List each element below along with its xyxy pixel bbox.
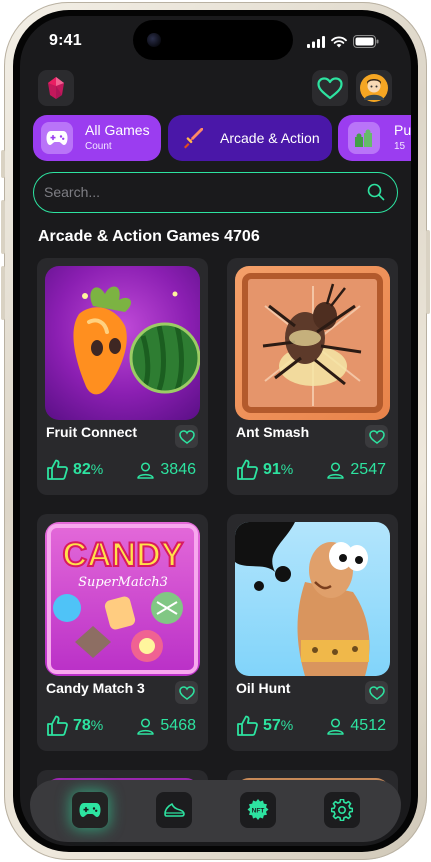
user-icon <box>137 717 155 735</box>
rating-stat: 57% <box>236 715 293 736</box>
status-icons <box>307 35 379 48</box>
ant-illustration <box>242 273 383 413</box>
game-card[interactable]: CANDY SuperMatch3 Candy Match 3 78% 5468 <box>37 514 208 751</box>
camera-icon <box>147 33 161 47</box>
thumbs-up-icon <box>237 715 258 736</box>
side-button <box>1 200 5 254</box>
gear-icon <box>331 799 353 821</box>
search-icon[interactable] <box>367 183 385 201</box>
avatar <box>360 74 388 102</box>
favorite-button[interactable] <box>175 681 198 704</box>
chip-arcade-action[interactable]: Arcade & Action <box>168 115 332 161</box>
game-thumbnail[interactable]: CANDY SuperMatch3 <box>45 522 200 676</box>
gem-icon <box>48 77 64 99</box>
players-count: 3846 <box>160 461 196 478</box>
game-card[interactable]: Ant Smash 91% 2547 <box>227 258 398 495</box>
players-stat: 5468 <box>137 717 196 735</box>
fruit-illustration <box>73 286 200 395</box>
players-stat: 4512 <box>327 717 386 735</box>
user-icon <box>327 717 345 735</box>
players-stat: 3846 <box>137 461 196 479</box>
user-icon <box>327 461 345 479</box>
rating-value: 91% <box>263 460 294 478</box>
rating-value: 78% <box>73 716 104 734</box>
battery-icon <box>353 35 379 48</box>
favorites-button[interactable] <box>312 70 348 106</box>
game-title: Ant Smash <box>236 424 310 440</box>
section-title: Arcade & Action Games 4706 <box>38 228 260 245</box>
nft-icon: NFT <box>247 799 269 820</box>
chip-subtitle: 15 <box>394 141 406 152</box>
favorite-button[interactable] <box>365 681 388 704</box>
side-button <box>426 230 430 314</box>
chip-title: Pu <box>394 122 411 138</box>
players-stat: 2547 <box>327 461 386 479</box>
status-time: 9:41 <box>49 32 82 49</box>
heart-icon <box>178 685 195 700</box>
players-count: 5468 <box>160 717 196 734</box>
chip-title: Arcade & Action <box>220 129 320 146</box>
gamepad-icon <box>79 803 101 817</box>
chip-text: Pu 15 <box>394 123 411 153</box>
heart-icon <box>368 429 385 444</box>
chip-all-games[interactable]: All Games Count <box>33 115 161 161</box>
bottom-nav: NFT <box>30 780 401 842</box>
chip-puzzle[interactable]: Pu 15 <box>338 115 411 161</box>
nav-nft[interactable]: NFT <box>240 792 276 828</box>
category-chips: All Games Count Arcade & Action Pu 15 <box>32 115 411 161</box>
game-thumbnail[interactable] <box>235 522 390 676</box>
players-count: 4512 <box>350 717 386 734</box>
rating-value: 82% <box>73 460 104 478</box>
search-bar <box>33 172 398 213</box>
thumbs-up-icon <box>237 459 258 480</box>
game-title: Candy Match 3 <box>46 680 145 696</box>
nav-running[interactable] <box>156 792 192 828</box>
game-card[interactable]: Oil Hunt 57% 4512 <box>227 514 398 751</box>
gamepad-icon <box>46 131 68 145</box>
game-card[interactable]: Fruit Connect 82% 3846 <box>37 258 208 495</box>
rating-value: 57% <box>263 716 294 734</box>
heart-icon <box>368 685 385 700</box>
wifi-icon <box>331 36 347 47</box>
rating-stat: 78% <box>46 715 103 736</box>
gem-button[interactable] <box>38 70 74 106</box>
dynamic-island <box>133 20 293 60</box>
rating-stat: 91% <box>236 459 293 480</box>
players-count: 2547 <box>350 461 386 478</box>
thumbs-up-icon <box>47 715 68 736</box>
candy-logo-subtitle: SuperMatch3 <box>78 575 168 590</box>
app-screen: 9:41 All Games Count Arcade & Action Pu … <box>20 16 411 846</box>
profile-button[interactable] <box>356 70 392 106</box>
favorite-button[interactable] <box>175 425 198 448</box>
chip-title: All Games <box>85 122 150 138</box>
chip-icon <box>348 122 380 154</box>
side-button <box>1 150 5 178</box>
chip-text: All Games Count <box>85 123 150 153</box>
heart-icon <box>178 429 195 444</box>
chip-icon <box>41 122 73 154</box>
search-input[interactable] <box>44 173 354 211</box>
sneaker-icon <box>164 803 185 817</box>
user-icon <box>137 461 155 479</box>
nav-settings[interactable] <box>324 792 360 828</box>
chip-subtitle: Count <box>85 141 112 152</box>
svg-text:NFT: NFT <box>252 808 265 815</box>
sword-icon <box>184 128 203 149</box>
candy-illustration: CANDY SuperMatch3 <box>47 524 198 674</box>
nav-games[interactable] <box>72 792 108 828</box>
game-title: Fruit Connect <box>46 424 137 440</box>
oil-hunt-illustration <box>235 522 370 676</box>
game-title: Oil Hunt <box>236 680 291 696</box>
game-thumbnail[interactable] <box>45 266 200 420</box>
signal-icon <box>307 35 325 48</box>
rating-stat: 82% <box>46 459 103 480</box>
thumbs-up-icon <box>47 459 68 480</box>
game-thumbnail[interactable] <box>235 266 390 420</box>
candy-logo-word: CANDY <box>63 536 184 574</box>
side-button <box>1 266 5 320</box>
puzzle-icon <box>355 129 372 147</box>
heart-icon <box>317 76 343 99</box>
favorite-button[interactable] <box>365 425 388 448</box>
chip-icon <box>180 125 206 151</box>
